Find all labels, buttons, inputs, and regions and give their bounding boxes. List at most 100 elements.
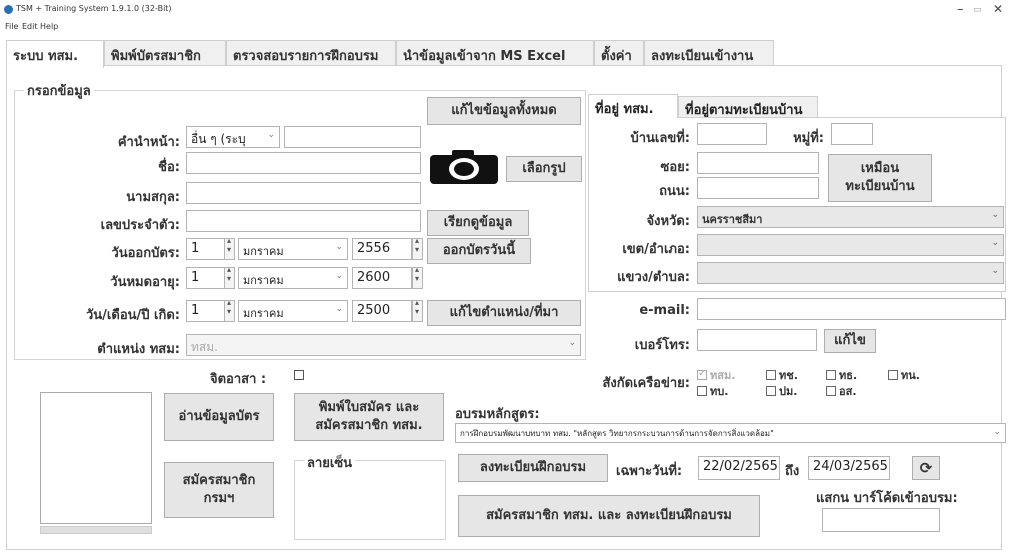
soi-input[interactable]	[697, 152, 819, 174]
network-checkbox-tn[interactable]: ทน.	[888, 366, 920, 384]
subdistrict-label: แขวง/ตำบล:	[617, 270, 690, 285]
email-input[interactable]	[697, 298, 1006, 320]
phone-input[interactable]	[697, 329, 817, 351]
title-bar: TSM + Training System 1.9.1.0 (32-Bit) –…	[0, 0, 1009, 20]
apply-department-button[interactable]: สมัครสมาชิก กรมฯ	[164, 462, 274, 518]
register-training-button[interactable]: ลงทะเบียนฝึกอบรม	[458, 454, 608, 482]
issue-month-select[interactable]: มกราคม ⌄	[238, 238, 348, 260]
chevron-down-icon: ⌄	[267, 130, 275, 140]
firstname-input[interactable]	[186, 152, 421, 174]
fetch-data-button[interactable]: เรียกดูข้อมูล	[427, 210, 529, 236]
birth-month-select[interactable]: มกราคม ⌄	[238, 300, 348, 322]
date-to-label: ถึง	[785, 464, 800, 479]
tab-settings[interactable]: ตั้งค่า	[594, 40, 644, 66]
tab-address-registry[interactable]: ที่อยู่ตามทะเบียนบ้าน	[678, 96, 818, 118]
expire-month-select[interactable]: มกราคม ⌄	[238, 267, 348, 289]
checkbox-box	[697, 368, 707, 380]
chevron-down-icon: ⌄	[991, 238, 999, 248]
issue-day-stepper[interactable]	[224, 236, 235, 260]
email-label: e-mail:	[639, 303, 690, 318]
menu-file[interactable]: File	[5, 22, 18, 31]
issue-month-value: มกราคม	[243, 245, 284, 258]
checkbox-box	[826, 370, 836, 380]
expire-year-stepper[interactable]	[412, 265, 423, 289]
issue-year-stepper[interactable]	[412, 236, 423, 260]
district-label: เขต/อำเภอ:	[622, 242, 690, 257]
menu-help[interactable]: Help	[40, 22, 58, 31]
volunteer-checkbox[interactable]	[294, 370, 304, 380]
chevron-down-icon: ⌄	[568, 338, 576, 348]
photo-scrollbar[interactable]	[40, 526, 152, 534]
maximize-button[interactable]: ▭	[973, 5, 982, 15]
issue-date-label: วันออกบัตร:	[111, 246, 180, 261]
main-tabs: ระบบ ทสม. พิมพ์บัตรสมาชิก ตรวจสอบรายการฝ…	[6, 40, 1002, 68]
issue-today-button[interactable]: ออกบัตรวันนี้	[427, 238, 531, 264]
minimize-button[interactable]: –	[957, 2, 964, 17]
same-as-registry-button[interactable]: เหมือน ทะเบียนบ้าน	[828, 154, 932, 202]
input-group-title: กรอกข้อมูล	[24, 80, 94, 101]
province-select[interactable]: นครราชสีมา ⌄	[697, 206, 1004, 228]
signature-title: ลายเซ็น	[304, 452, 356, 473]
chevron-down-icon: ⌄	[335, 304, 343, 314]
road-label: ถนน:	[659, 184, 690, 199]
read-card-button[interactable]: อ่านข้อมูลบัตร	[164, 393, 274, 441]
date-from-input[interactable]: 22/02/2565	[698, 456, 780, 480]
tab-print-card[interactable]: พิมพ์บัตรสมาชิก	[104, 40, 226, 66]
birth-month-value: มกราคม	[243, 307, 284, 320]
network-tsm-label: ทสม.	[710, 369, 736, 382]
scan-barcode-input[interactable]	[822, 508, 940, 532]
issue-year-input[interactable]: 2556	[352, 238, 412, 260]
district-select[interactable]: ⌄	[697, 234, 1004, 256]
position-label: ตำแหน่ง ทสม:	[97, 342, 180, 357]
network-checkbox-tb[interactable]: ทบ.	[697, 382, 728, 400]
soi-label: ซอย:	[660, 160, 690, 175]
chevron-down-icon: ⌄	[335, 271, 343, 281]
position-select[interactable]: ทสม. ⌄	[186, 334, 581, 356]
house-no-input[interactable]	[697, 123, 767, 145]
print-apply-button[interactable]: พิมพ์ใบสมัคร และ สมัครสมาชิก ทสม.	[294, 393, 444, 441]
birth-day-stepper[interactable]	[224, 298, 235, 322]
expire-day-stepper[interactable]	[224, 265, 235, 289]
network-pm-label: ปม.	[779, 385, 798, 398]
choose-photo-button[interactable]: เลือกรูป	[506, 156, 582, 182]
network-tr-label: ทธ.	[839, 369, 858, 382]
network-checkbox-os[interactable]: อส.	[826, 382, 857, 400]
close-button[interactable]: ✕	[993, 2, 1003, 16]
network-label: สังกัดเครือข่าย:	[602, 376, 690, 391]
prefix-select[interactable]: อื่น ๆ (ระบุ ⌄	[186, 126, 280, 148]
checkbox-box	[766, 370, 776, 380]
apply-and-register-button[interactable]: สมัครสมาชิก ทสม. และ ลงทะเบียนฝึกอบรม	[458, 495, 760, 537]
tab-checkin[interactable]: ลงทะเบียนเข้างาน	[644, 40, 774, 66]
chevron-down-icon: ⌄	[991, 266, 999, 276]
refresh-icon[interactable]: ⟳	[912, 456, 940, 480]
edit-all-button[interactable]: แก้ไขข้อมูลทั้งหมด	[427, 97, 581, 125]
birth-year-stepper[interactable]	[412, 298, 423, 322]
tab-check-training[interactable]: ตรวจสอบรายการฝึกอบรม	[226, 40, 396, 66]
window-title: TSM + Training System 1.9.1.0 (32-Bit)	[16, 4, 172, 13]
lastname-label: นามสกุล:	[126, 190, 180, 205]
tab-import-excel[interactable]: นำข้อมูลเข้าจาก MS Excel	[396, 40, 594, 66]
id-label: เลขประจำตัว:	[100, 218, 180, 233]
edit-contact-button[interactable]: แก้ไข	[824, 329, 876, 353]
checkbox-box	[826, 386, 836, 396]
edit-position-button[interactable]: แก้ไขตำแหน่ง/ที่มา	[427, 300, 581, 326]
birth-date-label: วัน/เดือน/ปี เกิด:	[86, 308, 180, 323]
camera-icon[interactable]	[428, 148, 500, 186]
birth-year-input[interactable]: 2500	[352, 300, 412, 322]
course-select[interactable]: การฝึกอบรมพัฒนาบทบาท ทสม. "หลักสูตร วิทย…	[455, 423, 1006, 443]
subdistrict-select[interactable]: ⌄	[697, 262, 1004, 284]
menu-edit[interactable]: Edit	[22, 22, 38, 31]
expire-year-input[interactable]: 2600	[352, 267, 412, 289]
specific-date-label: เฉพาะวันที่:	[616, 464, 683, 479]
date-to-input[interactable]: 24/03/2565	[808, 456, 890, 480]
volunteer-label: จิตอาสา :	[210, 372, 267, 387]
id-input[interactable]	[186, 210, 421, 232]
tab-system[interactable]: ระบบ ทสม.	[6, 40, 104, 68]
lastname-input[interactable]	[186, 182, 421, 204]
road-input[interactable]	[697, 177, 819, 199]
firstname-label: ชื่อ:	[158, 160, 180, 175]
prefix-other-input[interactable]	[284, 126, 421, 148]
moo-input[interactable]	[831, 123, 873, 145]
tab-address-member[interactable]: ที่อยู่ ทสม.	[588, 94, 678, 118]
network-checkbox-pm[interactable]: ปม.	[766, 382, 797, 400]
